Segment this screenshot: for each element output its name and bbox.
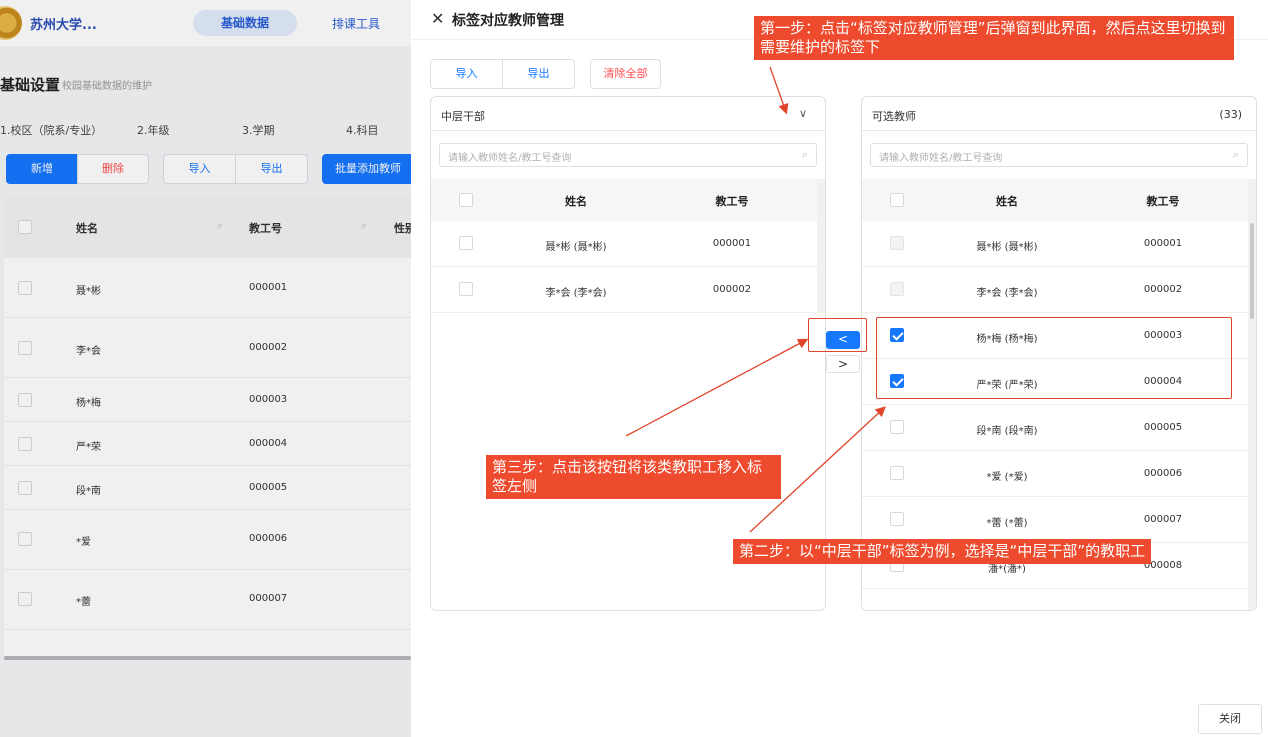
step3-arrow	[625, 338, 809, 437]
step1-arrow	[769, 66, 789, 115]
step2-callout: 第二步：以“中层干部”标签为例，选择是“中层干部”的教职工	[733, 539, 1152, 564]
step3-callout: 第三步：点击该按钮将该类教职工移入标签左侧	[486, 455, 781, 499]
step1-callout: 第一步：点击“标签对应教师管理”后弹窗到此界面，然后点这里切换到需要维护的标签下	[754, 16, 1234, 60]
annotation-arrows	[625, 66, 886, 533]
